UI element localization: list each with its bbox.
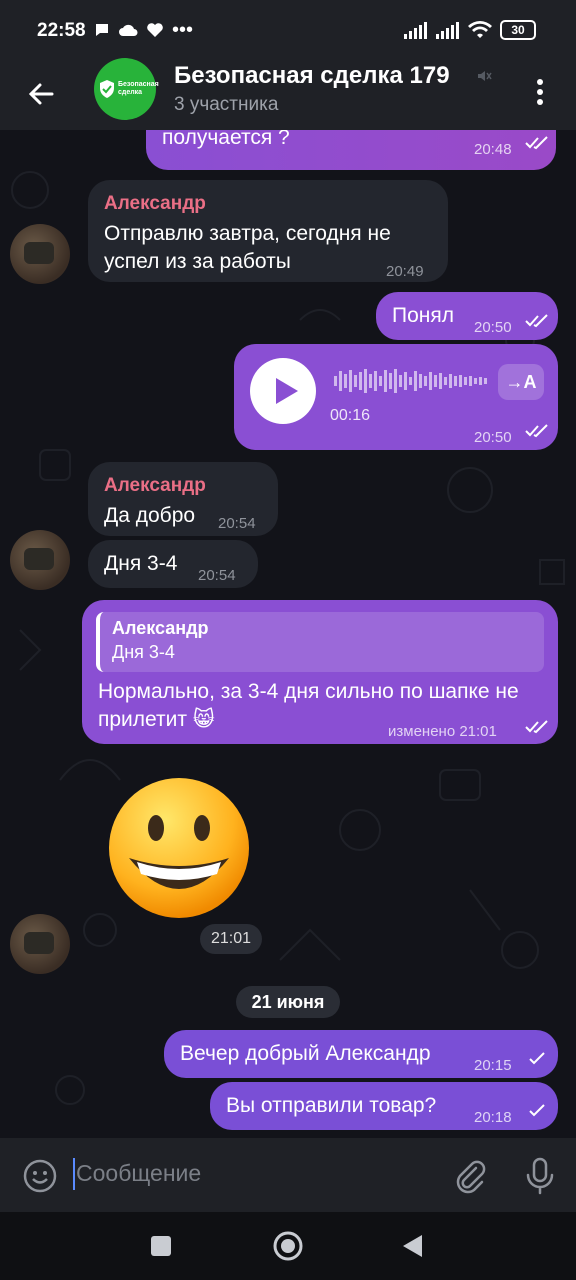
message-text: Отправлю завтра, сегодня не успел из за … [104, 222, 391, 273]
shield-icon [100, 80, 114, 98]
message-time: 20:18 [474, 1109, 512, 1126]
battery-icon: 30 [500, 20, 536, 40]
message-time: 20:50 [474, 319, 512, 336]
message-time: 20:15 [474, 1057, 512, 1074]
recent-apps-button[interactable] [149, 1234, 173, 1258]
message-text: Вы отправили товар? [226, 1094, 437, 1117]
voice-message-bubble[interactable]: 00:16 →A 20:50 [234, 344, 558, 450]
message-text: получается ? [162, 130, 290, 149]
sender-name[interactable]: Александр [104, 190, 432, 218]
attach-icon[interactable] [452, 1158, 488, 1194]
reply-text: Дня 3-4 [112, 642, 175, 662]
message-text: Вечер добрый Александр [180, 1042, 431, 1065]
message-bubble-outgoing[interactable]: Вы отправили товар? 20:18 [210, 1082, 558, 1130]
sender-name[interactable]: Александр [104, 472, 262, 500]
heart-icon [147, 23, 163, 37]
message-bubble-outgoing[interactable]: Понял 20:50 [376, 292, 558, 340]
double-check-icon [525, 720, 548, 734]
single-check-icon [529, 1104, 545, 1117]
message-time: 20:54 [198, 567, 236, 584]
message-time: 20:49 [386, 263, 424, 280]
user-avatar[interactable] [10, 914, 70, 974]
message-bubble-outgoing[interactable]: Вечер добрый Александр 20:15 [164, 1030, 558, 1078]
grinning-face-sticker[interactable] [104, 770, 254, 920]
sticker-time: 21:01 [200, 924, 262, 954]
signal-icon-2 [436, 22, 459, 39]
transcribe-button[interactable]: →A [498, 364, 544, 400]
message-time: 20:50 [474, 429, 512, 446]
text-caret [73, 1158, 75, 1190]
more-options-icon[interactable] [530, 74, 550, 114]
chat-subtitle: 3 участника [174, 94, 279, 115]
muted-icon [478, 71, 492, 81]
play-icon [276, 378, 298, 404]
chat-area[interactable]: получается ? 20:48 Александр Отправлю за… [0, 130, 576, 1138]
message-text: Дня 3-4 [104, 552, 178, 575]
user-avatar[interactable] [10, 530, 70, 590]
group-avatar[interactable]: Безопасная сделка [94, 58, 159, 120]
back-button[interactable] [400, 1233, 426, 1259]
chat-header: Безопасная сделка Безопасная сделка 179 … [0, 58, 576, 130]
date-separator: 21 июня [236, 986, 340, 1018]
transcribe-label: →A [505, 372, 537, 392]
avatar-logo-text: Безопасная сделка [118, 81, 159, 96]
waveform[interactable] [332, 366, 492, 396]
reply-preview[interactable]: Александр Дня 3-4 [96, 612, 544, 672]
message-bubble-incoming[interactable]: Александр Отправлю завтра, сегодня не ус… [88, 180, 448, 282]
signal-icon [404, 22, 427, 39]
back-arrow-icon[interactable] [22, 74, 62, 114]
voice-duration: 00:16 [330, 407, 371, 424]
emoji-icon[interactable] [22, 1158, 58, 1194]
double-check-icon [525, 314, 548, 328]
message-input-bar: Сообщение [0, 1138, 576, 1212]
message-bubble-outgoing[interactable]: Александр Дня 3-4 Нормально, за 3-4 дня … [82, 600, 558, 744]
message-time: 20:54 [218, 515, 256, 532]
message-time: 20:48 [474, 141, 512, 158]
system-navigation-bar [0, 1212, 576, 1280]
double-check-icon [525, 424, 548, 438]
edited-time: изменено 21:01 [388, 723, 497, 740]
message-text: Понял [392, 304, 454, 327]
message-bubble-incoming[interactable]: Александр Да добро 20:54 [88, 462, 278, 536]
message-bubble-outgoing[interactable]: получается ? 20:48 [146, 130, 556, 170]
message-bubble-incoming[interactable]: Дня 3-4 20:54 [88, 540, 258, 588]
user-avatar[interactable] [10, 224, 70, 284]
message-input[interactable]: Сообщение [76, 1160, 201, 1187]
cloud-icon [119, 24, 138, 36]
microphone-icon[interactable] [522, 1156, 558, 1196]
status-bar: 22:58 ••• 30 [0, 0, 576, 62]
chat-title[interactable]: Безопасная сделка 179 [174, 62, 450, 90]
wifi-icon [468, 21, 492, 38]
status-time: 22:58 [37, 20, 86, 41]
chat-notification-icon [96, 24, 108, 36]
single-check-icon [529, 1052, 545, 1065]
double-check-icon [525, 136, 548, 150]
play-button[interactable] [250, 358, 316, 424]
home-button[interactable] [272, 1230, 304, 1262]
more-notifications-icon: ••• [172, 19, 194, 41]
reply-sender: Александр [112, 618, 209, 638]
